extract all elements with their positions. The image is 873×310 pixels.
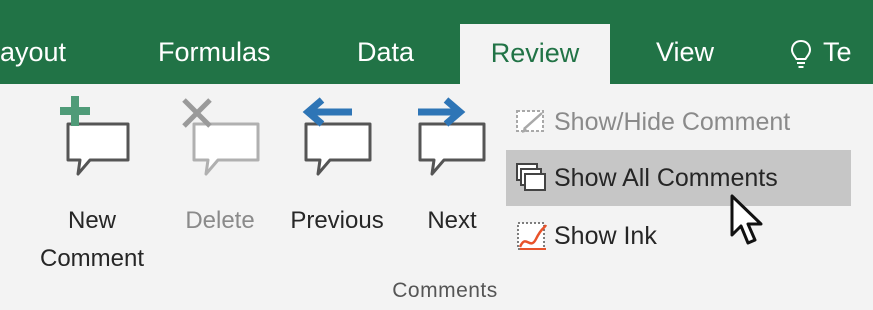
mouse-cursor-icon (730, 194, 763, 245)
new-comment-icon (60, 96, 130, 176)
new-comment-label: New Comment (39, 207, 145, 272)
delete-comment-icon (182, 98, 260, 176)
delete-comment-button[interactable]: Delete (172, 94, 268, 274)
previous-comment-label: Previous (290, 207, 384, 234)
ribbon-tab-bar: ayout Formulas Data Review View Te (0, 0, 873, 84)
new-comment-button[interactable]: New Comment (18, 94, 166, 274)
next-comment-button[interactable]: Next (402, 94, 502, 274)
tab-formulas[interactable]: Formulas (158, 0, 271, 84)
next-comment-label: Next (427, 207, 477, 234)
tab-view[interactable]: View (656, 0, 714, 84)
show-all-comments-label: Show All Comments (554, 163, 778, 192)
tab-page-layout[interactable]: ayout (0, 0, 66, 84)
previous-comment-button[interactable]: Previous (276, 94, 398, 274)
show-hide-comment-icon (516, 110, 544, 133)
show-hide-comment-label: Show/Hide Comment (554, 107, 791, 136)
tab-review[interactable]: Review (460, 24, 610, 84)
show-hide-comment-button[interactable]: Show/Hide Comment (506, 94, 851, 150)
lightbulb-icon[interactable] (790, 39, 812, 69)
show-ink-icon (517, 222, 548, 250)
show-all-comments-button[interactable]: Show All Comments (506, 150, 851, 206)
tab-data[interactable]: Data (357, 0, 414, 84)
show-all-comments-icon (516, 163, 546, 191)
show-ink-button[interactable]: Show Ink (506, 208, 851, 264)
previous-comment-icon (302, 97, 372, 176)
tab-tell-me[interactable]: Te (823, 0, 852, 84)
comments-group-label: Comments (392, 279, 498, 302)
show-ink-label: Show Ink (554, 221, 657, 250)
delete-comment-label: Delete (185, 207, 255, 234)
next-comment-icon (418, 97, 486, 176)
